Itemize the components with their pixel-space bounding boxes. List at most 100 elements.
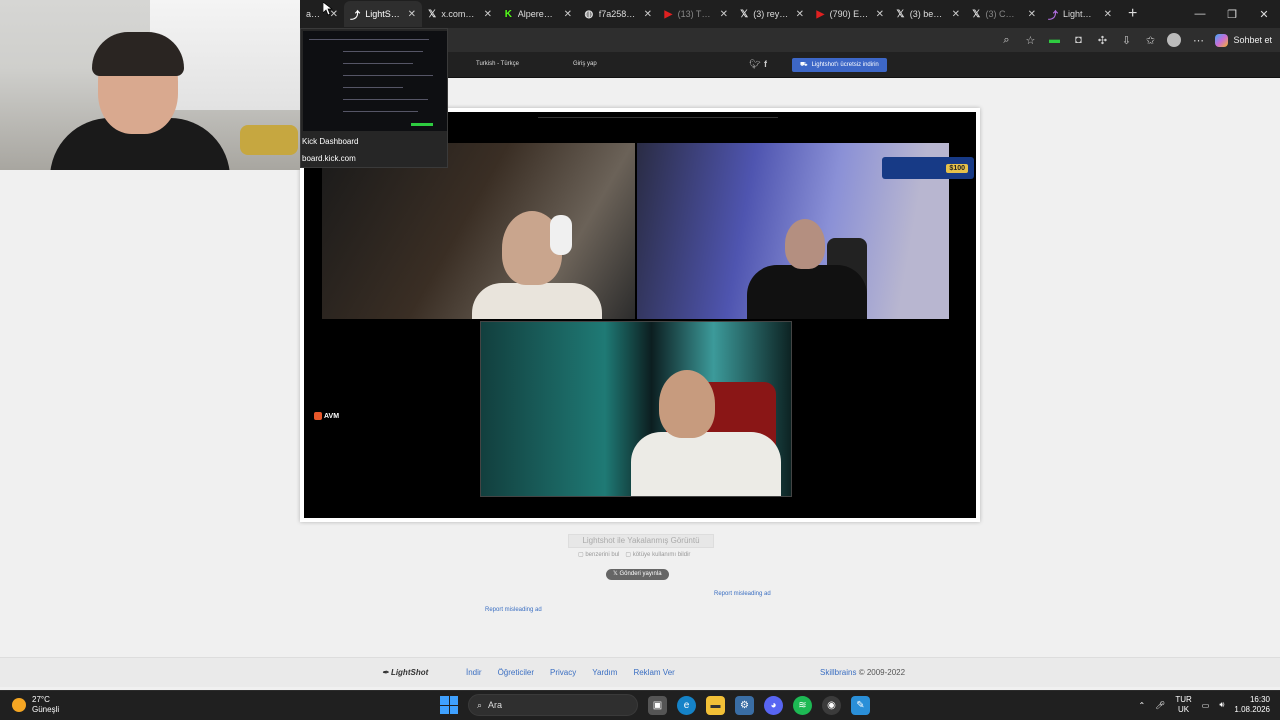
report-ad-link-right[interactable]: Report misleading ad [714,591,771,597]
close-icon[interactable]: ✕ [564,9,572,20]
tab-hover-preview: Kick Dashboard board.kick.com [300,28,448,168]
copilot-button[interactable]: Sohbet et [1215,33,1272,47]
tab-0[interactable]: am - K ✕ [300,1,344,27]
tab-label: (3) CRUSH [985,9,1020,19]
shield-icon[interactable]: ◘ [1071,34,1085,46]
tab-10[interactable]: ⤴ LightShot ✕ [1042,1,1118,27]
footer-logo-text: LightShot [390,668,429,677]
file-explorer-icon[interactable]: ▬ [706,695,725,715]
language-selector[interactable]: Turkish - Türkçe [476,61,519,67]
favorites-icon[interactable]: ✩ [1143,34,1157,47]
footer-nav: İndir Öğreticiler Privacy Yardım Reklam … [466,668,675,677]
minimize-icon[interactable]: — [1184,8,1216,20]
spotify-icon[interactable]: ≋ [793,695,812,715]
close-icon[interactable]: ✕ [484,9,492,20]
footer-logo[interactable]: ✒ LightShot [382,668,428,677]
x-icon: 𝕏 [896,8,905,20]
webcam-feed-1 [322,143,635,319]
close-icon[interactable]: ✕ [408,9,416,20]
footer-link-privacy[interactable]: Privacy [550,668,576,677]
downloads-icon[interactable]: ⇩ [1119,34,1133,47]
puzzle-icon[interactable]: ✣ [1095,34,1109,47]
steam-icon[interactable]: ◉ [822,695,841,715]
tab-5[interactable]: ▶ (13) The W ✕ [658,1,734,27]
close-window-icon[interactable]: ✕ [1248,8,1280,21]
captured-image[interactable]: $100 AVM [304,112,976,518]
download-button-label: Lightshot'ı ücretsiz indirin [811,62,879,68]
close-icon[interactable]: ✕ [644,9,652,20]
microphone-icon[interactable]: 🎤︎ [1155,701,1165,710]
tab-label: AlperenSPK [517,9,557,19]
footer-link-tutorials[interactable]: Öğreticiler [498,668,534,677]
screenshot-tool-icon[interactable]: ✎ [851,695,870,715]
task-view-icon[interactable]: ▣ [648,695,667,715]
thumb-green-bar [411,123,433,126]
chevron-up-icon[interactable]: ⌃ [1138,701,1145,710]
tab-4[interactable]: ◍ f7a258f8-d ✕ [578,1,658,27]
copilot-icon [1215,33,1229,47]
company-link[interactable]: Skillbrains [820,668,856,677]
new-tab-plus-icon[interactable]: + [1118,5,1147,23]
find-similar-link[interactable]: benzerini bul [578,551,619,558]
tab-label: am - K [306,9,323,19]
window-controls: — ❐ ✕ [1184,0,1280,28]
footer-link-help[interactable]: Yardım [592,668,617,677]
close-icon[interactable]: ✕ [952,9,960,20]
youtube-icon: ▶ [816,8,825,20]
tab-label: (3) rey on X [753,9,788,19]
footer-link-advertise[interactable]: Reklam Ver [633,668,674,677]
clock[interactable]: 16:30 1.08.2026 [1234,695,1270,715]
more-icon[interactable]: ⋯ [1191,34,1205,47]
thumb-line [343,111,418,112]
profile-avatar[interactable] [1167,33,1182,47]
person-head [659,370,715,438]
network-icon[interactable]: ▭ [1202,701,1210,710]
x-icon: 𝕏 [740,8,749,20]
system-tray: ⌃ 🎤︎ TUR UK ▭ 🔊︎ 16:30 1.08.2026 [1138,695,1270,715]
thumb-line [343,99,428,100]
tab-label: (3) bera #u [909,9,945,19]
weather-widget[interactable]: 27°C Güneşli [12,695,59,715]
close-icon[interactable]: ✕ [1028,9,1036,20]
close-icon[interactable]: ✕ [876,9,884,20]
tab-9[interactable]: 𝕏 (3) CRUSH ✕ [966,1,1042,27]
close-icon[interactable]: ✕ [796,9,804,20]
temperature: 27°C [32,695,50,704]
tab-6[interactable]: 𝕏 (3) rey on X ✕ [734,1,810,27]
close-icon[interactable]: ✕ [720,9,728,20]
lang-bottom: UK [1178,705,1190,714]
caption-links: benzerini bul kötüye kullanımı bildir [578,551,690,558]
settings-gear-icon[interactable]: ⚙ [735,695,754,715]
maximize-icon[interactable]: ❐ [1216,8,1248,21]
tab-3[interactable]: K AlperenSPK ✕ [498,1,578,27]
tab-2[interactable]: 𝕏 x.com/huse ✕ [422,1,498,27]
extension-icon[interactable]: ▬ [1047,34,1061,46]
clock-time: 16:30 [1249,695,1270,704]
tab-8[interactable]: 𝕏 (3) bera #u ✕ [890,1,966,27]
report-abuse-link[interactable]: kötüye kullanımı bildir [625,551,691,558]
twitter-icon[interactable]: 🐦︎ [749,59,760,70]
download-button[interactable]: ⛟ Lightshot'ı ücretsiz indirin [792,58,887,72]
edge-icon[interactable]: e [677,695,696,715]
volume-icon[interactable]: 🔊︎ [1219,700,1224,710]
brand-logo: AVM [314,412,339,420]
close-icon[interactable]: ✕ [1104,9,1112,20]
zoom-icon[interactable]: ⌕ [999,34,1013,47]
discord-icon[interactable]: ◕ [764,695,783,715]
login-link[interactable]: Giriş yap [573,61,597,67]
report-ad-link-left[interactable]: Report misleading ad [485,607,542,613]
image-top-bar [538,112,778,118]
input-language[interactable]: TUR UK [1175,695,1191,715]
tab-7[interactable]: ▶ (790) Elraen ✕ [810,1,890,27]
taskbar-search[interactable]: ⌕ Ara [468,694,638,716]
taskbar-apps: ⌕ Ara ▣ e ▬ ⚙ ◕ ≋ ◉ ✎ [440,694,870,716]
facebook-icon[interactable]: f [764,59,767,69]
star-icon[interactable]: ☆ [1023,34,1037,47]
share-post-label: Gönderi yayınla [619,571,662,577]
share-post-button[interactable]: 𝕏 Gönderi yayınla [606,569,669,580]
tab-1[interactable]: ⤴ LightShot ✕ [344,1,422,27]
footer-link-download[interactable]: İndir [466,668,482,677]
youtube-icon: ▶ [664,8,673,20]
start-icon[interactable] [440,696,458,714]
tab-preview-url: board.kick.com [302,154,356,163]
